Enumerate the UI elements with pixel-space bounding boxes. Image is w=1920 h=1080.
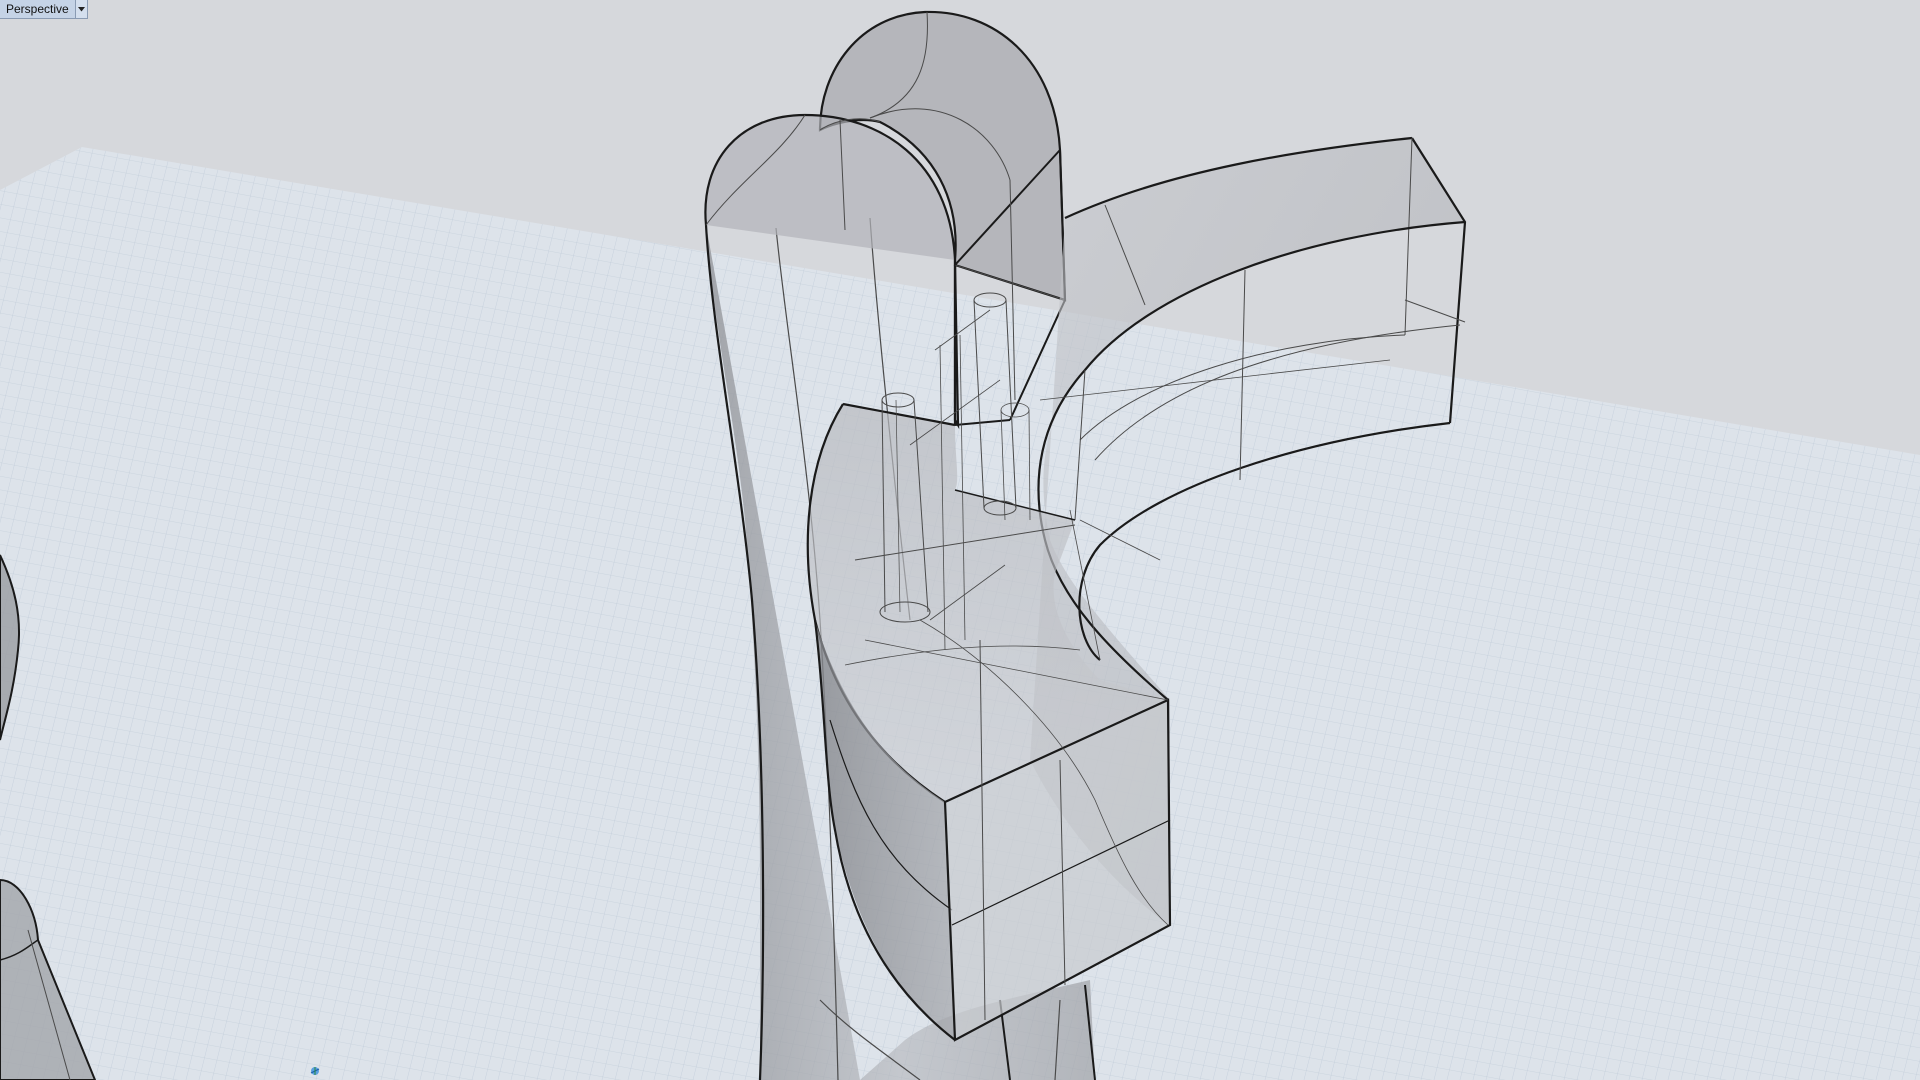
viewport-title-tab[interactable]: Perspective xyxy=(0,0,88,19)
world-axes-icon xyxy=(310,1067,320,1075)
perspective-viewport[interactable]: Perspective xyxy=(0,0,1920,1080)
chevron-down-icon[interactable] xyxy=(74,0,87,18)
model-scene[interactable] xyxy=(0,0,1920,1080)
viewport-title-label[interactable]: Perspective xyxy=(0,0,75,18)
